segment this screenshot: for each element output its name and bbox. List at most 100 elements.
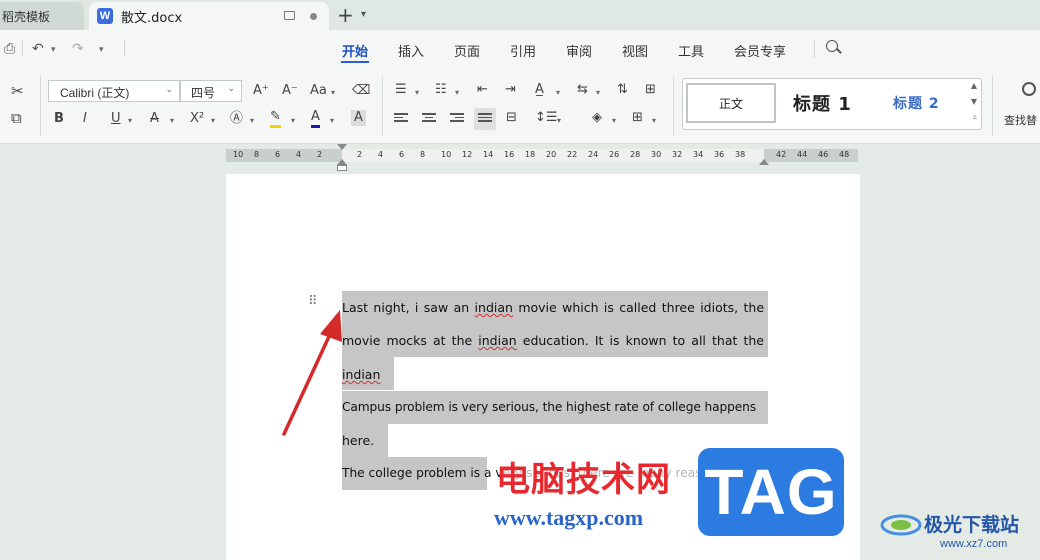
line-spacing-icon[interactable]: ↕☰ bbox=[535, 110, 558, 126]
chevron-down-icon[interactable]: ▾ bbox=[652, 116, 656, 125]
more-chevron-icon[interactable]: ▾ bbox=[99, 45, 104, 55]
find-replace-icon[interactable] bbox=[1022, 82, 1036, 96]
underline-icon[interactable]: U bbox=[111, 111, 121, 127]
menu-references[interactable]: 引用 bbox=[510, 41, 536, 60]
chevron-down-icon[interactable]: ▾ bbox=[291, 116, 295, 125]
clear-format-icon[interactable]: ⌫ bbox=[352, 83, 370, 99]
numbered-list-icon[interactable]: ☷ bbox=[435, 82, 447, 98]
divider bbox=[124, 40, 125, 56]
ruler-number: 42 bbox=[776, 150, 787, 159]
right-indent-marker[interactable] bbox=[759, 159, 769, 165]
cut-icon[interactable]: ✂ bbox=[11, 83, 24, 99]
undo-chevron-icon[interactable]: ▾ bbox=[51, 45, 56, 55]
paragraph-line[interactable]: Campus problem is very serious, the high… bbox=[342, 400, 756, 414]
bold-icon[interactable]: B bbox=[54, 111, 64, 127]
highlight-icon[interactable]: ✎ bbox=[270, 109, 281, 128]
print-preview-icon[interactable]: ⎙ bbox=[4, 41, 15, 57]
chevron-down-icon[interactable]: ▾ bbox=[455, 88, 459, 97]
divider bbox=[673, 76, 674, 136]
first-line-indent-marker[interactable] bbox=[337, 144, 347, 150]
char-shading-icon[interactable]: A bbox=[351, 110, 366, 126]
gallery-up-icon[interactable]: ▲ bbox=[971, 81, 977, 90]
text-run: The college problem is a v bbox=[342, 466, 503, 480]
styles-gallery: 正文 标题 1 标题 2 ▲ ▼ ⩡ bbox=[682, 78, 982, 130]
shading-icon[interactable]: ◈ bbox=[592, 110, 602, 126]
new-tab-chevron-down-icon[interactable]: ▾ bbox=[361, 9, 366, 20]
chevron-down-icon[interactable]: ▾ bbox=[250, 116, 254, 125]
paragraph-line[interactable]: Last night, i saw an indian movie which … bbox=[342, 300, 764, 315]
gallery-down-icon[interactable]: ▼ bbox=[971, 97, 977, 106]
sort-icon[interactable]: ⇅ bbox=[617, 82, 628, 98]
chevron-down-icon[interactable]: ▾ bbox=[211, 116, 215, 125]
tab-bar: 稻壳模板 W 散文.docx + ▾ bbox=[0, 0, 1040, 30]
font-size-select[interactable]: 四号 ⌄ bbox=[180, 80, 242, 102]
ruler-number: 18 bbox=[525, 150, 536, 159]
chevron-down-icon[interactable]: ▾ bbox=[330, 116, 334, 125]
bullet-list-icon[interactable]: ☰ bbox=[395, 82, 407, 98]
menu-review[interactable]: 审阅 bbox=[566, 41, 592, 60]
superscript-icon[interactable]: X² bbox=[190, 111, 204, 127]
misspelled-word: indian bbox=[478, 333, 517, 348]
menu-page[interactable]: 页面 bbox=[454, 41, 480, 60]
style-normal[interactable]: 正文 bbox=[686, 83, 776, 123]
style-heading-2[interactable]: 标题 2 bbox=[893, 93, 940, 113]
menu-view[interactable]: 视图 bbox=[622, 41, 648, 60]
text-effect-icon[interactable]: Ⓐ bbox=[230, 111, 243, 127]
left-margin-marker[interactable] bbox=[337, 165, 347, 171]
watermark-tag-logo: TAG bbox=[698, 448, 844, 536]
style-heading-1[interactable]: 标题 1 bbox=[793, 90, 852, 116]
border-icon[interactable]: ⊞ bbox=[632, 110, 643, 126]
unsaved-dot-icon[interactable] bbox=[310, 13, 317, 20]
chevron-down-icon[interactable]: ▾ bbox=[557, 116, 561, 125]
menu-bar: ⎙ ↶ ▾ ↷ ▾ 开始 插入 页面 引用 审阅 视图 工具 会员专享 bbox=[0, 30, 1040, 68]
distributed-align-icon[interactable]: ⊟ bbox=[506, 110, 517, 126]
menu-insert[interactable]: 插入 bbox=[398, 41, 424, 60]
chevron-down-icon[interactable]: ▾ bbox=[415, 88, 419, 97]
chevron-down-icon[interactable]: ▾ bbox=[331, 88, 335, 97]
format-painter-icon[interactable]: ⧉ bbox=[11, 110, 22, 126]
new-tab-plus-icon[interactable]: + bbox=[337, 3, 354, 27]
annotation-arrow bbox=[282, 310, 342, 436]
text-direction-icon[interactable]: ⇆ bbox=[577, 82, 588, 98]
chevron-down-icon[interactable]: ▾ bbox=[556, 88, 560, 97]
shrink-font-icon[interactable]: A⁻ bbox=[282, 83, 298, 99]
find-replace-label[interactable]: 查找替 bbox=[1004, 112, 1037, 128]
decrease-indent-icon[interactable]: ⇤ bbox=[477, 82, 488, 98]
justify-icon[interactable] bbox=[474, 108, 496, 130]
chevron-down-icon[interactable]: ▾ bbox=[128, 116, 132, 125]
font-name-select[interactable]: Calibri (正文) ⌄ bbox=[48, 80, 180, 102]
ruler-number: 32 bbox=[672, 150, 683, 159]
ruler-number: 10 bbox=[233, 150, 244, 159]
chinese-layout-icon[interactable]: A̲ bbox=[535, 82, 544, 98]
menu-member[interactable]: 会员专享 bbox=[734, 41, 786, 60]
align-right-icon[interactable] bbox=[450, 113, 464, 125]
ruler-number: 48 bbox=[839, 150, 850, 159]
change-case-icon[interactable]: Aa bbox=[310, 83, 327, 99]
paragraph-line[interactable]: movie mocks at the indian education. It … bbox=[342, 333, 764, 348]
chevron-down-icon[interactable]: ▾ bbox=[596, 88, 600, 97]
menu-home[interactable]: 开始 bbox=[342, 41, 368, 60]
align-left-icon[interactable] bbox=[394, 113, 408, 125]
increase-indent-icon[interactable]: ⇥ bbox=[505, 82, 516, 98]
redo-icon[interactable]: ↷ bbox=[72, 41, 84, 57]
italic-icon[interactable]: I bbox=[83, 111, 87, 127]
tab-template[interactable]: 稻壳模板 bbox=[0, 2, 84, 30]
font-color-icon[interactable]: A bbox=[311, 109, 320, 128]
chevron-down-icon[interactable]: ▾ bbox=[170, 116, 174, 125]
align-center-icon[interactable] bbox=[422, 113, 436, 125]
chevron-down-icon[interactable]: ▾ bbox=[612, 116, 616, 125]
undo-icon[interactable]: ↶ bbox=[32, 41, 44, 57]
ruler-number: 6 bbox=[399, 150, 405, 159]
gallery-more-icon[interactable]: ⩡ bbox=[972, 113, 977, 123]
divider bbox=[40, 76, 41, 136]
search-icon[interactable] bbox=[826, 40, 838, 52]
text-run: Last night, i saw an bbox=[342, 300, 475, 315]
ruler-number: 38 bbox=[735, 150, 746, 159]
strikethrough-icon[interactable]: A bbox=[150, 111, 159, 127]
menu-tools[interactable]: 工具 bbox=[678, 41, 704, 60]
ruler-number: 36 bbox=[714, 150, 725, 159]
grow-font-icon[interactable]: A⁺ bbox=[253, 83, 269, 99]
screen-icon[interactable] bbox=[284, 11, 295, 20]
show-marks-icon[interactable]: ⊞ bbox=[645, 82, 656, 98]
tab-document[interactable]: W 散文.docx bbox=[89, 2, 329, 30]
